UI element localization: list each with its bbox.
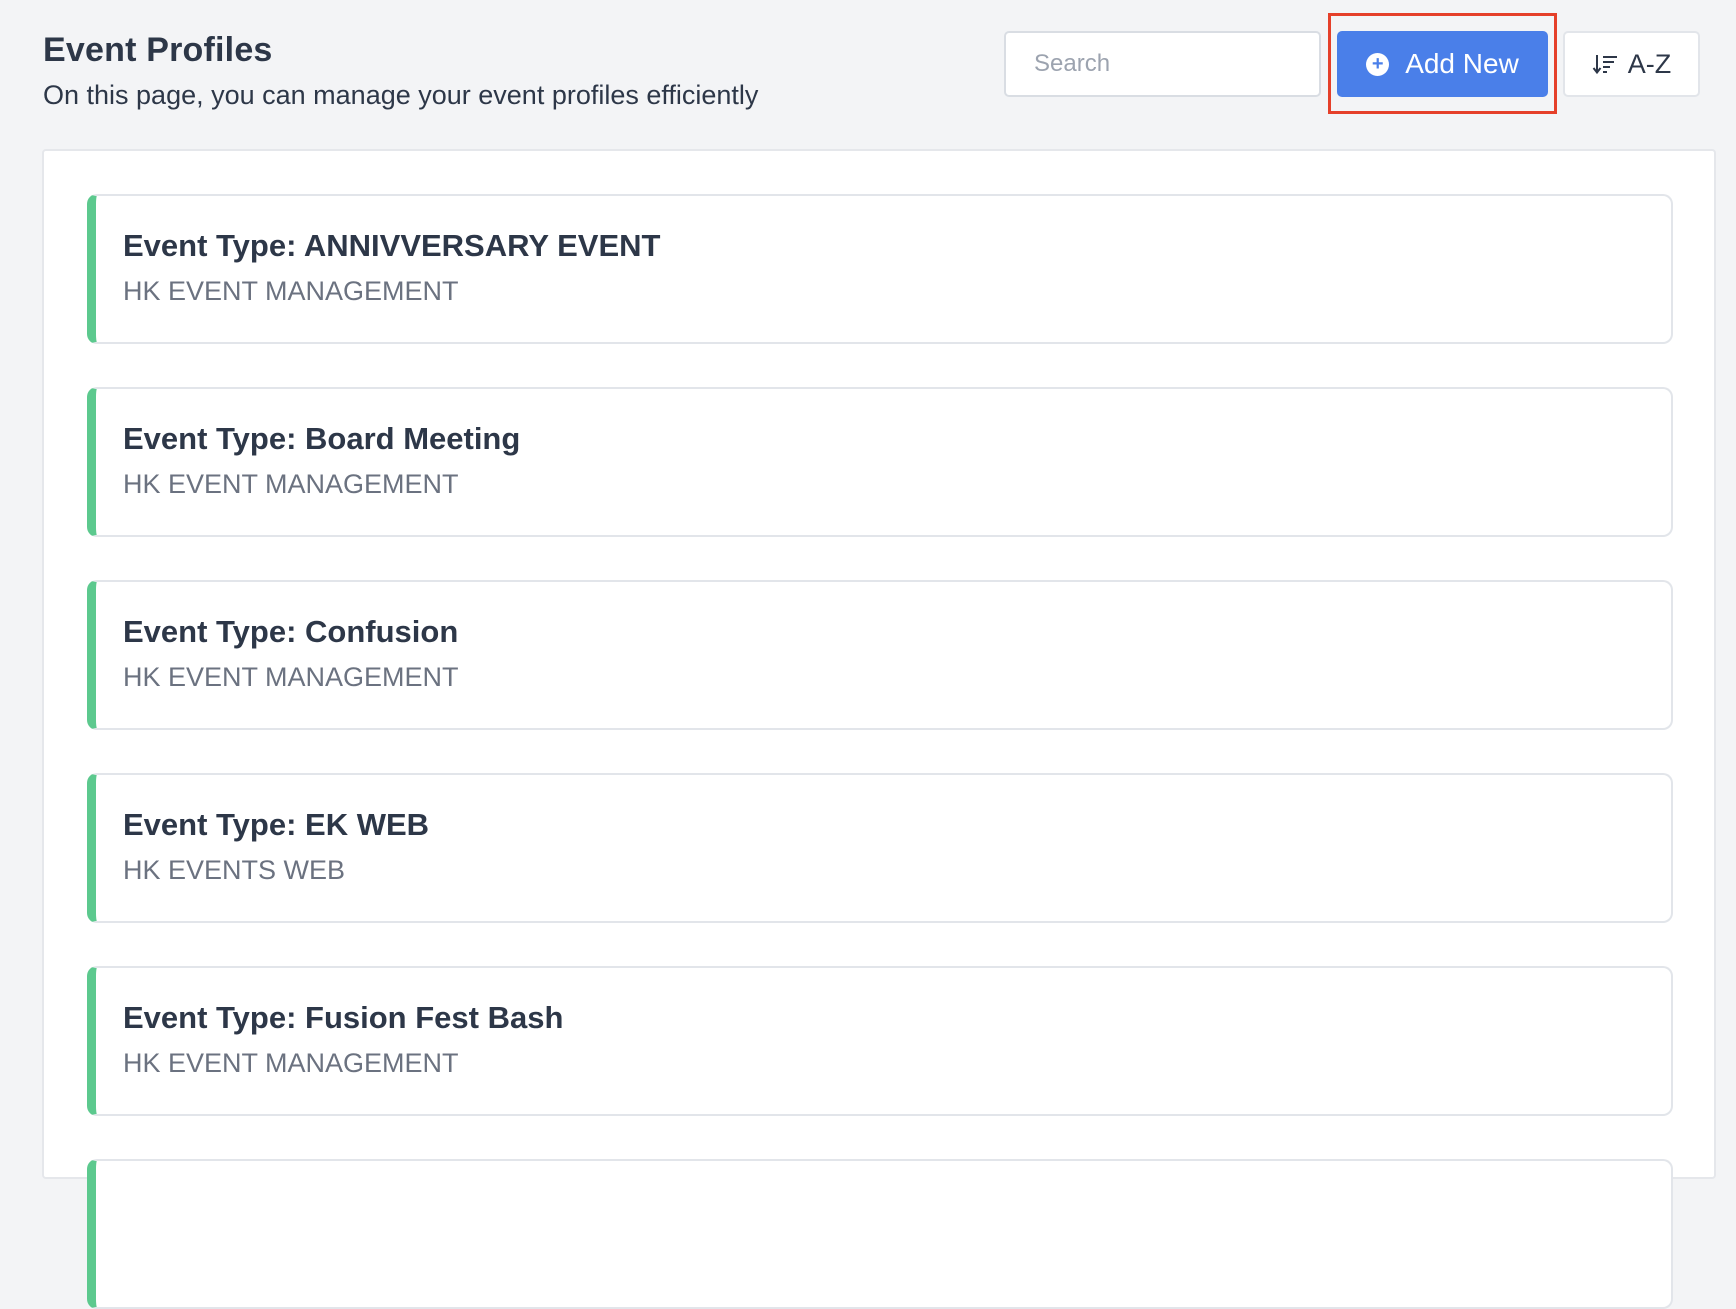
event-profile-organizer: HK EVENT MANAGEMENT xyxy=(123,276,459,306)
event-profile-card[interactable]: Event Type: EK WEB HK EVENTS WEB xyxy=(87,773,1673,923)
event-profiles-list: Event Type: ANNIVVERSARY EVENT HK EVENT … xyxy=(42,149,1716,1309)
event-profile-title: Event Type: ANNIVVERSARY EVENT xyxy=(123,228,661,263)
add-new-label: Add New xyxy=(1405,48,1519,79)
event-profile-title: Event Type: Fusion Fest Bash xyxy=(123,1000,564,1035)
event-profile-organizer: HK EVENTS WEB xyxy=(123,855,346,885)
search-input[interactable] xyxy=(1004,31,1321,97)
page-subtitle: On this page, you can manage your event … xyxy=(43,79,759,110)
event-profile-card[interactable]: Event Type: Board Meeting HK EVENT MANAG… xyxy=(87,387,1673,537)
event-profile-card[interactable]: Event Type: ANNIVVERSARY EVENT HK EVENT … xyxy=(87,194,1673,344)
event-profile-title: Event Type: Board Meeting xyxy=(123,421,521,456)
plus-circle-icon: + xyxy=(1366,52,1390,76)
event-profile-card-partial[interactable] xyxy=(87,1159,1673,1309)
page-title: Event Profiles xyxy=(43,31,273,69)
event-profile-card[interactable]: Event Type: Fusion Fest Bash HK EVENT MA… xyxy=(87,966,1673,1116)
event-profile-organizer: HK EVENT MANAGEMENT xyxy=(123,662,459,692)
event-profile-card[interactable]: Event Type: Confusion HK EVENT MANAGEMEN… xyxy=(87,580,1673,730)
event-profile-organizer: HK EVENT MANAGEMENT xyxy=(123,469,459,499)
sort-descending-icon xyxy=(1592,55,1617,75)
page-header: Event Profiles On this page, you can man… xyxy=(43,30,758,111)
event-profile-organizer: HK EVENT MANAGEMENT xyxy=(123,1048,459,1078)
sort-label: A-Z xyxy=(1627,48,1672,79)
event-profile-title: Event Type: EK WEB xyxy=(123,807,430,842)
add-new-button[interactable]: + Add New xyxy=(1337,31,1548,97)
event-profile-title: Event Type: Confusion xyxy=(123,614,459,649)
sort-button[interactable]: A-Z xyxy=(1563,31,1700,97)
